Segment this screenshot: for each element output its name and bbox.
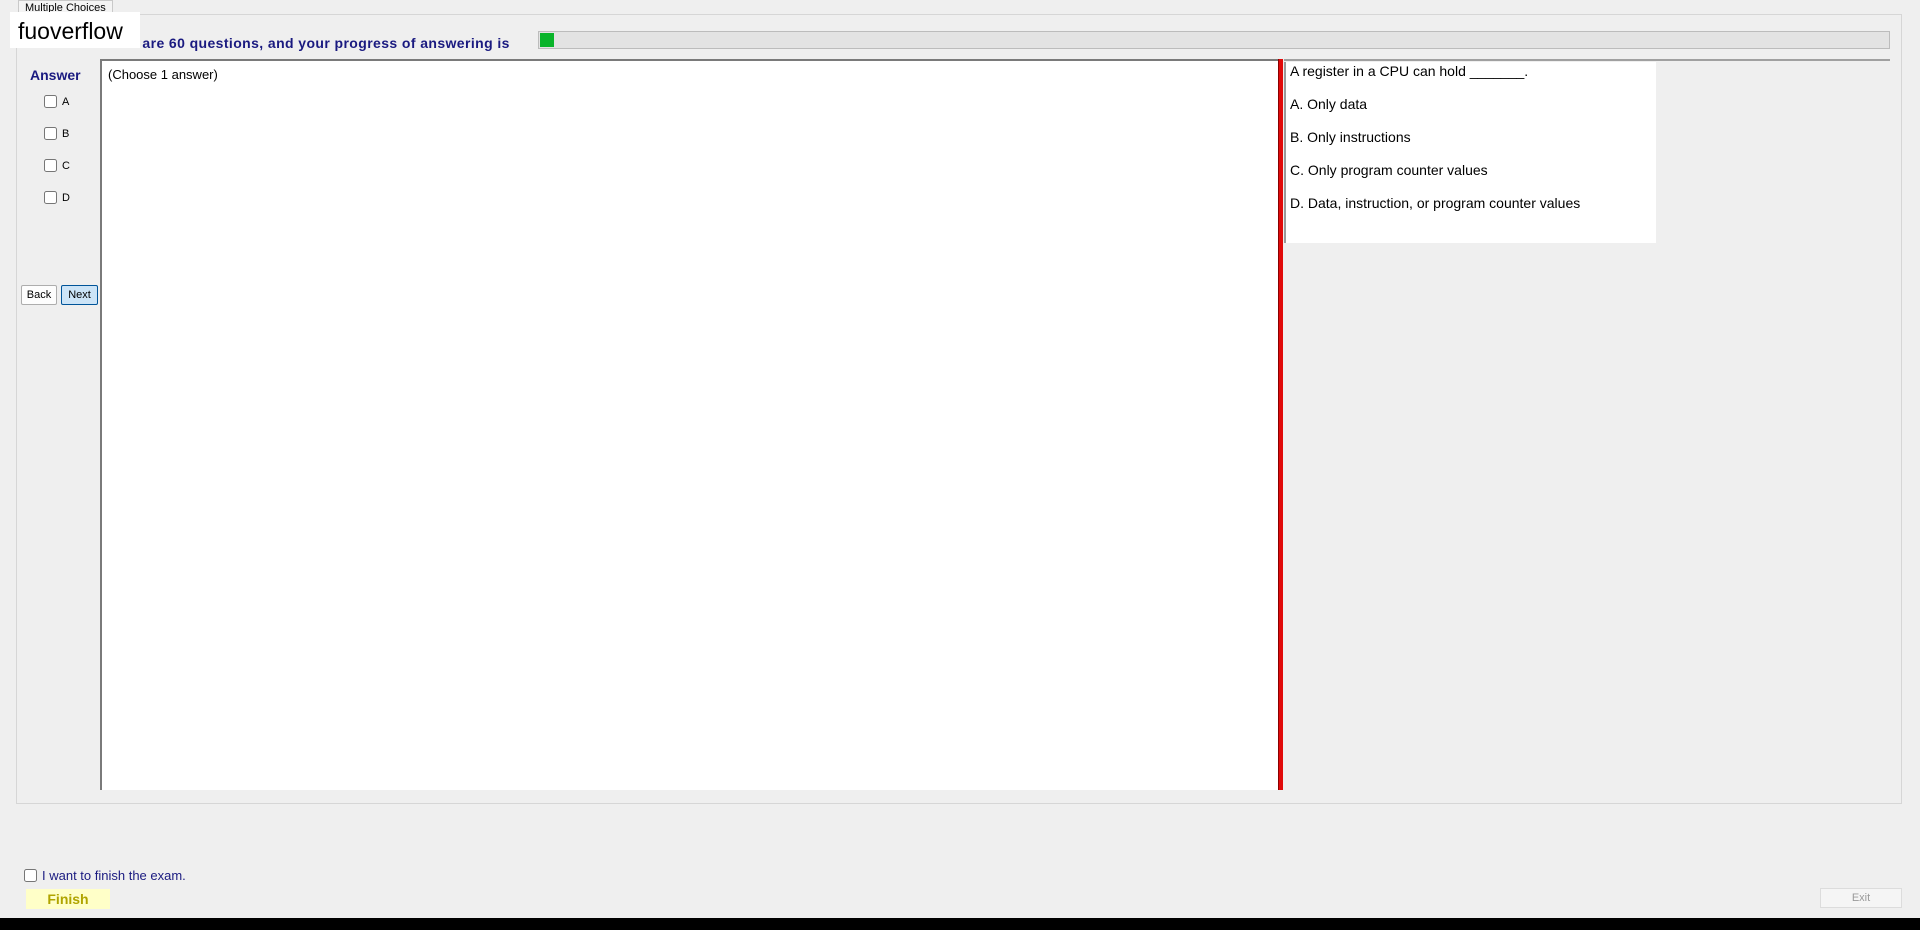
progress-bar-fill xyxy=(540,33,554,47)
watermark: fuoverflow xyxy=(10,12,140,48)
answer-checkbox-b[interactable] xyxy=(44,127,57,140)
panel-splitter[interactable] xyxy=(1278,59,1283,790)
finish-button[interactable]: Finish xyxy=(26,889,110,909)
choice-a: A. Only data xyxy=(1290,96,1368,112)
choice-c: C. Only program counter values xyxy=(1290,162,1488,178)
next-button[interactable]: Next xyxy=(61,285,98,305)
question-text: A register in a CPU can hold _______. xyxy=(1290,63,1529,79)
answer-checkbox-c[interactable] xyxy=(44,159,57,172)
exam-window: Multiple Choices fuoverflow There are 60… xyxy=(0,0,1920,930)
answer-checkbox-a[interactable] xyxy=(44,95,57,108)
answer-content-area: (Choose 1 answer) xyxy=(100,59,1280,790)
finish-exam-option[interactable]: I want to finish the exam. xyxy=(24,868,186,883)
answer-label-d: D xyxy=(62,191,70,204)
question-panel: A register in a CPU can hold _______. A.… xyxy=(1284,62,1656,243)
answer-option-a[interactable]: A xyxy=(44,95,69,108)
back-button[interactable]: Back xyxy=(21,285,57,305)
answer-title: Answer xyxy=(30,67,81,83)
answer-label-c: C xyxy=(62,159,70,172)
progress-label: There are 60 questions, and your progres… xyxy=(98,35,510,51)
answer-option-b[interactable]: B xyxy=(44,127,69,140)
finish-exam-checkbox[interactable] xyxy=(24,869,37,882)
exit-button[interactable]: Exit xyxy=(1820,888,1902,908)
choice-b: B. Only instructions xyxy=(1290,129,1411,145)
instruction-text: (Choose 1 answer) xyxy=(108,67,218,82)
answer-checkbox-d[interactable] xyxy=(44,191,57,204)
answer-option-d[interactable]: D xyxy=(44,191,70,204)
taskbar-strip xyxy=(0,918,1920,930)
answer-label-b: B xyxy=(62,127,70,140)
finish-exam-label: I want to finish the exam. xyxy=(42,868,186,883)
answer-option-c[interactable]: C xyxy=(44,159,70,172)
answer-label-a: A xyxy=(62,95,70,108)
progress-bar xyxy=(538,31,1890,49)
choice-d: D. Data, instruction, or program counter… xyxy=(1290,195,1581,211)
